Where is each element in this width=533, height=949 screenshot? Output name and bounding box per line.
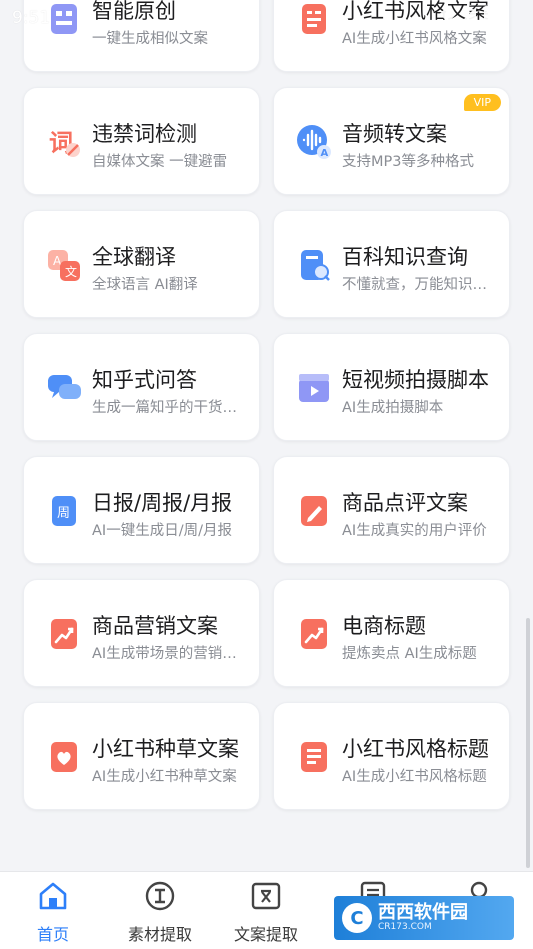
scrollbar[interactable]	[526, 618, 530, 868]
feature-title: 商品点评文案	[342, 491, 468, 515]
tab-label: 素材提取	[127, 925, 192, 944]
svg-text:周: 周	[57, 506, 70, 521]
feature-description: 不懂就查，万能知识…	[342, 277, 487, 293]
feature-description: 自媒体文案 一键避雷	[92, 154, 228, 170]
feature-card[interactable]: A 文全球翻译全球语言 AI翻译	[23, 210, 260, 318]
feature-description: AI生成小红书风格文案	[342, 31, 487, 47]
tab-home[interactable]: 首页	[0, 872, 106, 949]
doc-grid-icon	[46, 1, 82, 37]
edit-pen-icon	[296, 493, 332, 529]
feature-title: 音频转文案	[342, 122, 447, 146]
search-doc-icon	[296, 247, 332, 283]
feature-title: 百科知识查询	[342, 245, 468, 269]
watermark-logo-icon: C	[342, 903, 372, 933]
audio-wave-icon: A	[296, 124, 332, 160]
forbidden-word-icon: 词	[46, 124, 82, 160]
feature-title: 小红书种草文案	[92, 737, 239, 761]
feature-description: 支持MP3等多种格式	[342, 154, 474, 170]
feature-description: 一键生成相似文案	[92, 31, 208, 47]
home-icon	[39, 882, 67, 910]
weekly-report-icon: 周	[46, 493, 82, 529]
feature-title: 知乎式问答	[92, 368, 197, 392]
battery-icon	[484, 6, 493, 22]
tab-label: 文案提取	[233, 925, 298, 944]
chat-bubbles-icon	[46, 370, 82, 406]
status-icons	[439, 5, 493, 23]
trend-chart-icon	[296, 616, 332, 652]
feature-title: 商品营销文案	[92, 614, 218, 638]
feature-title: 日报/周报/月报	[92, 491, 233, 515]
signal-icon	[462, 7, 476, 21]
feature-title: 智能原创	[92, 0, 176, 23]
lines-doc-icon	[296, 739, 332, 775]
feature-description: 提炼卖点 AI生成标题	[342, 646, 477, 662]
feature-description: AI生成小红书种草文案	[92, 769, 237, 785]
tab-text-extract[interactable]: 文案提取	[213, 872, 319, 949]
tab-material-extract[interactable]: 素材提取	[107, 872, 213, 949]
red-note-icon	[296, 1, 332, 37]
feature-description: 生成一篇知乎的干货…	[92, 400, 237, 416]
feature-card[interactable]: 知乎式问答生成一篇知乎的干货…	[23, 333, 260, 441]
text-extract-icon	[251, 882, 281, 910]
feature-description: AI生成拍摄脚本	[342, 400, 444, 416]
trend-chart-icon	[46, 616, 82, 652]
feature-card[interactable]: 智能原创一键生成相似文案	[23, 0, 260, 72]
translate-icon: A文	[46, 247, 82, 283]
status-time: 9:51	[12, 8, 51, 28]
feature-card[interactable]: A 音频转文案支持MP3等多种格式 VIP	[273, 87, 510, 195]
site-watermark: C 西西软件园 CR173.COM	[334, 896, 514, 940]
feature-title: 违禁词检测	[92, 122, 197, 146]
feature-card[interactable]: 商品点评文案 AI生成真实的用户评价	[273, 456, 510, 564]
feature-card[interactable]: 商品营销文案 AI生成带场景的营销…	[23, 579, 260, 687]
feature-title: 电商标题	[342, 614, 426, 638]
feature-card[interactable]: 百科知识查询不懂就查，万能知识…	[273, 210, 510, 318]
feature-card[interactable]: 短视频拍摄脚本 AI生成拍摄脚本	[273, 333, 510, 441]
tab-label: 首页	[36, 925, 69, 944]
feature-card[interactable]: 词违禁词检测自媒体文案 一键避雷	[23, 87, 260, 195]
watermark-brand: 西西软件园	[378, 902, 468, 923]
svg-text:文: 文	[65, 264, 77, 279]
feature-title: 小红书风格标题	[342, 737, 489, 761]
feature-card[interactable]: 周 日报/周报/月报 AI一键生成日/周/月报	[23, 456, 260, 564]
feature-description: AI生成小红书风格标题	[342, 769, 487, 785]
material-extract-icon	[145, 881, 175, 911]
feature-card[interactable]: 小红书种草文案 AI生成小红书种草文案	[23, 702, 260, 810]
feature-title: 短视频拍摄脚本	[342, 368, 489, 392]
wifi-icon	[439, 5, 457, 23]
heart-doc-icon	[46, 739, 82, 775]
feature-description: AI生成真实的用户评价	[342, 523, 487, 539]
vip-badge: VIP	[463, 94, 501, 111]
watermark-url: CR173.COM	[378, 922, 432, 932]
feature-description: AI生成带场景的营销…	[92, 646, 237, 662]
feature-card[interactable]: 小红书风格标题 AI生成小红书风格标题	[273, 702, 510, 810]
feature-title: 全球翻译	[92, 245, 176, 269]
svg-text:A: A	[321, 148, 329, 159]
video-clapper-icon	[296, 370, 332, 406]
feature-description: AI一键生成日/周/月报	[92, 523, 232, 539]
feature-card[interactable]: 电商标题提炼卖点 AI生成标题	[273, 579, 510, 687]
feature-description: 全球语言 AI翻译	[92, 277, 198, 293]
